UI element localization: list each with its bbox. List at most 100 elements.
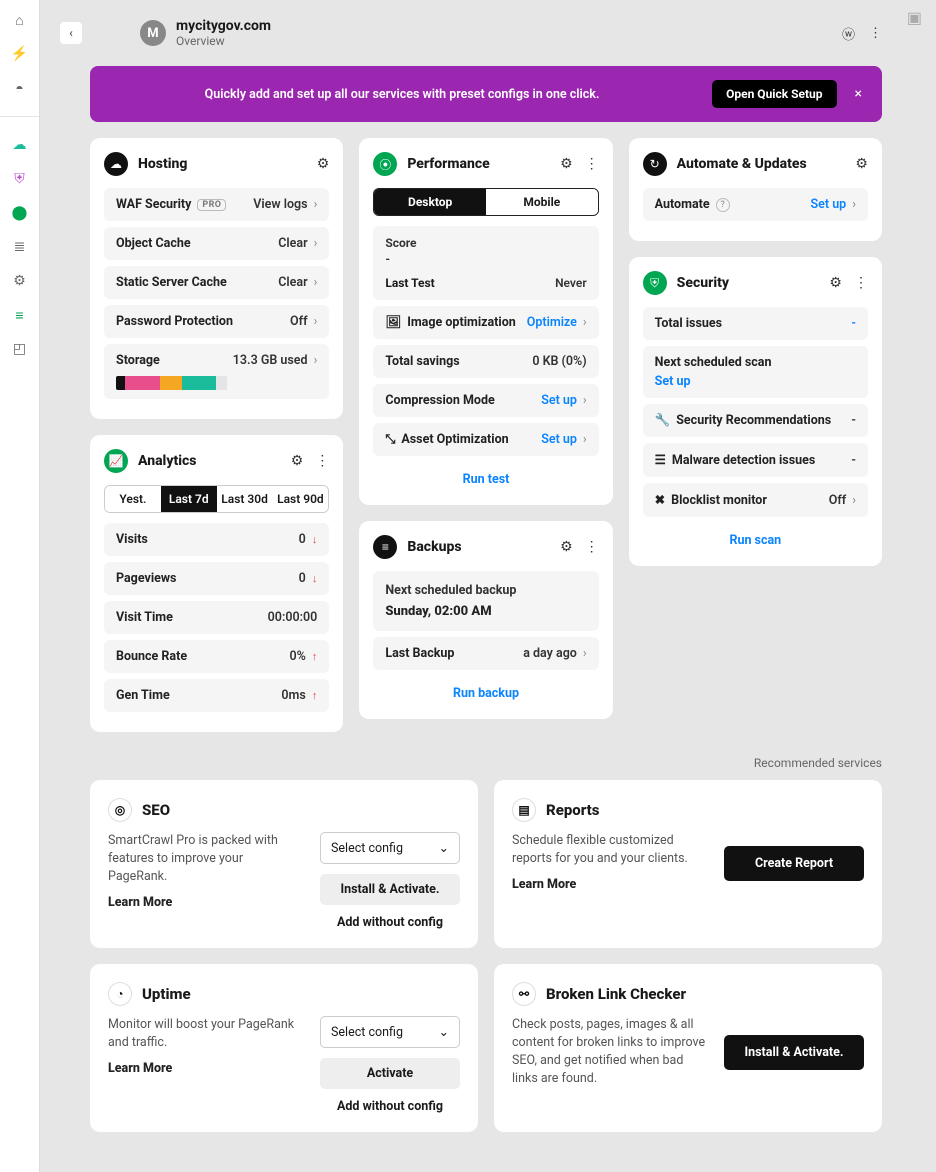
nav-speed-icon[interactable]: ⬤ xyxy=(10,203,30,223)
nav-plugins-icon[interactable]: ⚡ xyxy=(10,44,30,64)
side-navigation: ⌂ ⚡ ◓ ☁ ⛨ ⬤ ≣ ⚙ ≡ ◰ xyxy=(0,0,40,1172)
seo-select-label: Select config xyxy=(331,841,403,856)
next-backup-value: Sunday, 02:00 AM xyxy=(385,604,586,619)
header-more-icon[interactable]: ⋮ xyxy=(869,26,882,41)
tab-last-30d[interactable]: Last 30d xyxy=(217,486,273,512)
nav-layers-icon[interactable]: ≣ xyxy=(10,237,30,257)
nav-box-icon[interactable]: ◰ xyxy=(10,339,30,359)
panel-toggle-icon[interactable]: ▣ xyxy=(907,8,922,27)
chevron-right-icon: › xyxy=(314,314,318,329)
nav-bars-icon[interactable]: ≡ xyxy=(10,305,30,325)
performance-device-tabs: Desktop Mobile xyxy=(373,188,598,216)
security-settings-icon[interactable]: ⚙ xyxy=(829,275,842,291)
wordpress-icon[interactable]: ⓦ xyxy=(842,24,855,43)
uptime-icon: ◔ xyxy=(108,982,132,1006)
security-setup-link[interactable]: Set up xyxy=(655,374,691,389)
seo-select-config[interactable]: Select config⌄ xyxy=(320,832,460,864)
hosting-row-static-cache[interactable]: Static Server Cache Clear› xyxy=(104,266,329,299)
asset-icon: ⤡ xyxy=(385,432,395,447)
backups-more-icon[interactable]: ⋮ xyxy=(585,539,599,555)
analytics-row-visits: Visits 0 ↓ xyxy=(104,523,329,556)
uptime-learn-more[interactable]: Learn More xyxy=(108,1060,302,1078)
chevron-right-icon: › xyxy=(314,197,318,212)
tab-yesterday[interactable]: Yest. xyxy=(105,486,161,512)
perf-row-compression[interactable]: Compression Mode Set up› xyxy=(373,384,598,417)
gen-time-value: 0ms xyxy=(281,688,305,703)
seo-install-button[interactable]: Install & Activate. xyxy=(320,874,460,905)
banner-close-icon[interactable]: × xyxy=(855,86,862,102)
nav-cloud-icon[interactable]: ☁ xyxy=(10,135,30,155)
reports-learn-more[interactable]: Learn More xyxy=(512,876,706,894)
visit-time-value: 00:00:00 xyxy=(268,610,318,625)
asset-opt-label: Asset Optimization xyxy=(401,432,508,447)
static-cache-value: Clear xyxy=(278,275,307,290)
run-test-link[interactable]: Run test xyxy=(373,462,598,491)
perf-row-asset-opt[interactable]: ⤡ Asset Optimization Set up› xyxy=(373,423,598,456)
uptime-activate-button[interactable]: Activate xyxy=(320,1058,460,1089)
tab-desktop[interactable]: Desktop xyxy=(374,189,486,215)
analytics-settings-icon[interactable]: ⚙ xyxy=(291,453,304,469)
blc-title: Broken Link Checker xyxy=(546,985,686,1003)
visits-value: 0 xyxy=(299,532,306,547)
backups-settings-icon[interactable]: ⚙ xyxy=(560,539,573,555)
blocklist-label: Blocklist monitor xyxy=(671,493,767,508)
run-backup-link[interactable]: Run backup xyxy=(373,676,598,705)
hosting-settings-icon[interactable]: ⚙ xyxy=(317,156,330,172)
run-scan-link[interactable]: Run scan xyxy=(643,523,868,552)
security-next-scan: Next scheduled scan Set up xyxy=(643,346,868,398)
open-quick-setup-button[interactable]: Open Quick Setup xyxy=(712,80,836,108)
chevron-right-icon: › xyxy=(314,275,318,290)
back-button[interactable]: ‹ xyxy=(60,22,82,44)
security-row-malware[interactable]: ☰ Malware detection issues - xyxy=(643,443,868,477)
create-report-button[interactable]: Create Report xyxy=(724,846,864,881)
tab-last-90d[interactable]: Last 90d xyxy=(272,486,328,512)
blc-card: ⚯Broken Link Checker Check posts, pages,… xyxy=(494,964,882,1132)
nav-globe-icon[interactable]: ◓ xyxy=(10,78,30,98)
uptime-select-config[interactable]: Select config⌄ xyxy=(320,1016,460,1048)
total-issues-label: Total issues xyxy=(655,316,722,331)
hosting-row-waf[interactable]: WAF Security PRO View logs› xyxy=(104,188,329,221)
hosting-waf-value: View logs xyxy=(253,197,307,212)
reports-card: ▤Reports Schedule flexible customized re… xyxy=(494,780,882,948)
hosting-card: ☁ Hosting ⚙ WAF Security PRO View logs› … xyxy=(90,138,343,419)
nav-shield-icon[interactable]: ⛨ xyxy=(10,169,30,189)
hosting-row-password[interactable]: Password Protection Off› xyxy=(104,305,329,338)
seo-learn-more[interactable]: Learn More xyxy=(108,894,302,912)
nav-home-icon[interactable]: ⌂ xyxy=(10,10,30,30)
seo-add-without-config[interactable]: Add without config xyxy=(320,915,460,930)
hosting-row-storage[interactable]: Storage 13.3 GB used› xyxy=(104,344,329,399)
savings-label: Total savings xyxy=(385,354,459,369)
automate-settings-icon[interactable]: ⚙ xyxy=(855,156,868,172)
perf-row-image-opt[interactable]: 🖼 Image optimization Optimize› xyxy=(373,306,598,339)
compression-label: Compression Mode xyxy=(385,393,494,408)
hosting-row-object-cache[interactable]: Object Cache Clear› xyxy=(104,227,329,260)
security-more-icon[interactable]: ⋮ xyxy=(854,275,868,291)
page-subtitle: Overview xyxy=(176,34,271,48)
analytics-more-icon[interactable]: ⋮ xyxy=(315,453,329,469)
storage-bar xyxy=(116,376,227,390)
automate-title: Automate & Updates xyxy=(677,156,807,172)
arrow-up-icon: ↑ xyxy=(312,689,318,702)
nav-settings-icon[interactable]: ⚙ xyxy=(10,271,30,291)
performance-more-icon[interactable]: ⋮ xyxy=(585,156,599,172)
uptime-add-without-config[interactable]: Add without config xyxy=(320,1099,460,1114)
seo-icon: ◎ xyxy=(108,798,132,822)
tab-mobile[interactable]: Mobile xyxy=(486,189,598,215)
blc-install-button[interactable]: Install & Activate. xyxy=(724,1035,864,1070)
storage-label: Storage xyxy=(116,353,160,368)
seo-text: SmartCrawl Pro is packed with features t… xyxy=(108,833,278,884)
help-icon[interactable]: ? xyxy=(716,198,730,212)
last-backup-label: Last Backup xyxy=(385,646,454,661)
security-row-blocklist[interactable]: ✖ Blocklist monitor Off› xyxy=(643,483,868,517)
automate-row[interactable]: Automate ? Set up› xyxy=(643,188,868,221)
performance-settings-icon[interactable]: ⚙ xyxy=(560,156,573,172)
security-row-recommendations[interactable]: 🔧 Security Recommendations - xyxy=(643,404,868,437)
object-cache-value: Clear xyxy=(278,236,307,251)
analytics-card: 📈 Analytics ⚙ ⋮ Yest. Last 7d Last 30d L… xyxy=(90,435,343,732)
blc-icon: ⚯ xyxy=(512,982,536,1006)
last-backup-row[interactable]: Last Backup a day ago› xyxy=(373,637,598,670)
tab-last-7d[interactable]: Last 7d xyxy=(161,486,217,512)
analytics-row-gen-time: Gen Time 0ms ↑ xyxy=(104,679,329,712)
last-backup-value: a day ago xyxy=(523,646,577,661)
image-opt-value: Optimize xyxy=(527,315,577,330)
